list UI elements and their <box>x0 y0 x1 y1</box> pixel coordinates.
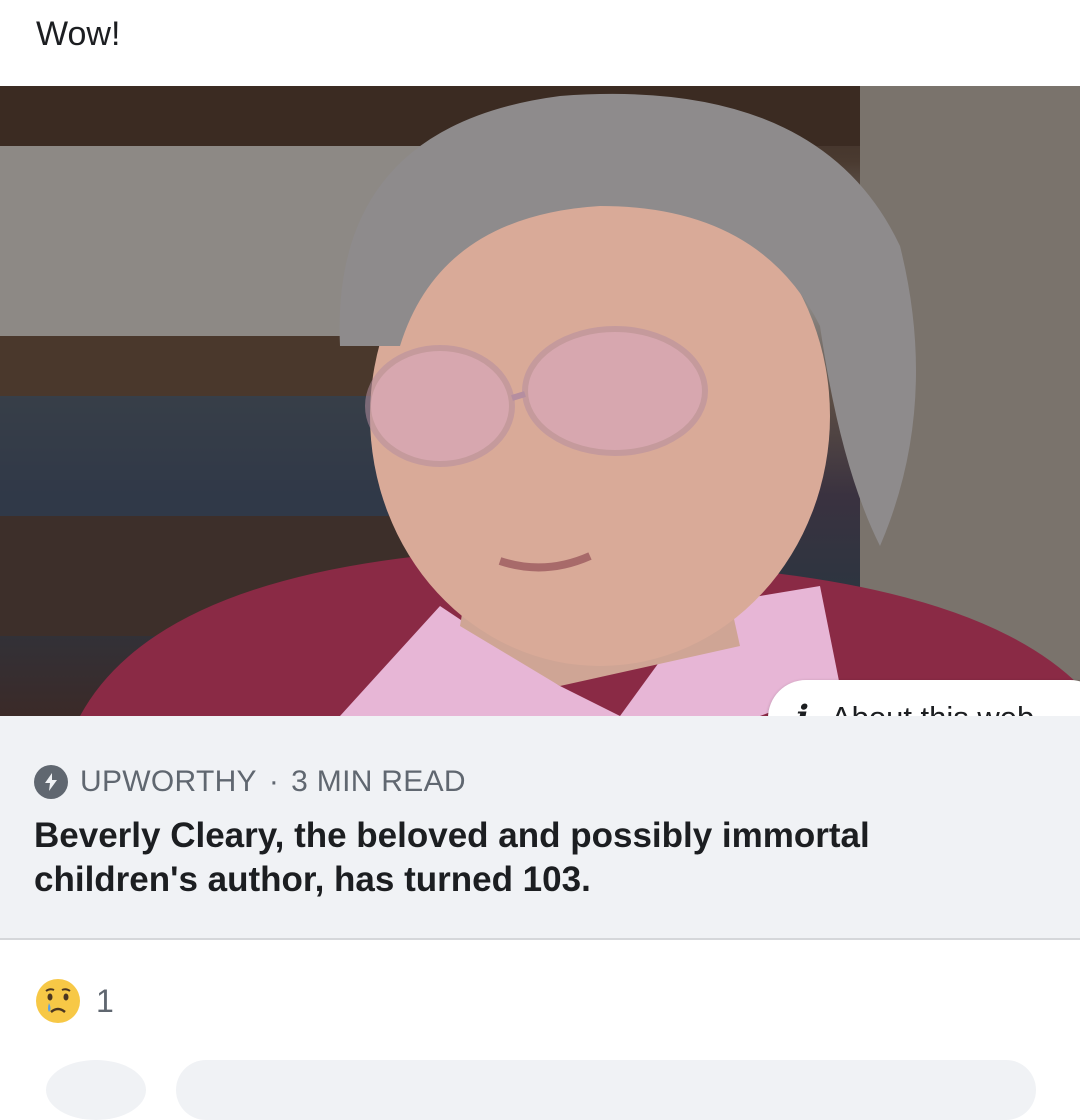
post-text: Wow! <box>36 15 121 53</box>
link-headline[interactable]: Beverly Cleary, the beloved and possibly… <box>34 814 1034 902</box>
link-preview-meta[interactable]: UPWORTHY · 3 MIN READ Beverly Cleary, th… <box>0 716 1080 940</box>
portrait-illustration <box>0 86 1080 716</box>
lightning-bolt-icon <box>34 765 68 799</box>
read-time: 3 MIN READ <box>291 765 466 798</box>
source-name: UPWORTHY <box>80 765 257 798</box>
link-preview-image[interactable] <box>0 86 1080 716</box>
reactions-summary[interactable]: 1 <box>34 976 114 1026</box>
source-row: UPWORTHY · 3 MIN READ <box>34 762 466 802</box>
reaction-count: 1 <box>96 982 114 1019</box>
sad-face-icon <box>36 979 80 1023</box>
source-separator: · <box>268 765 280 798</box>
comment-input-placeholder[interactable] <box>176 1060 1036 1120</box>
action-avatar-placeholder[interactable] <box>46 1060 146 1120</box>
